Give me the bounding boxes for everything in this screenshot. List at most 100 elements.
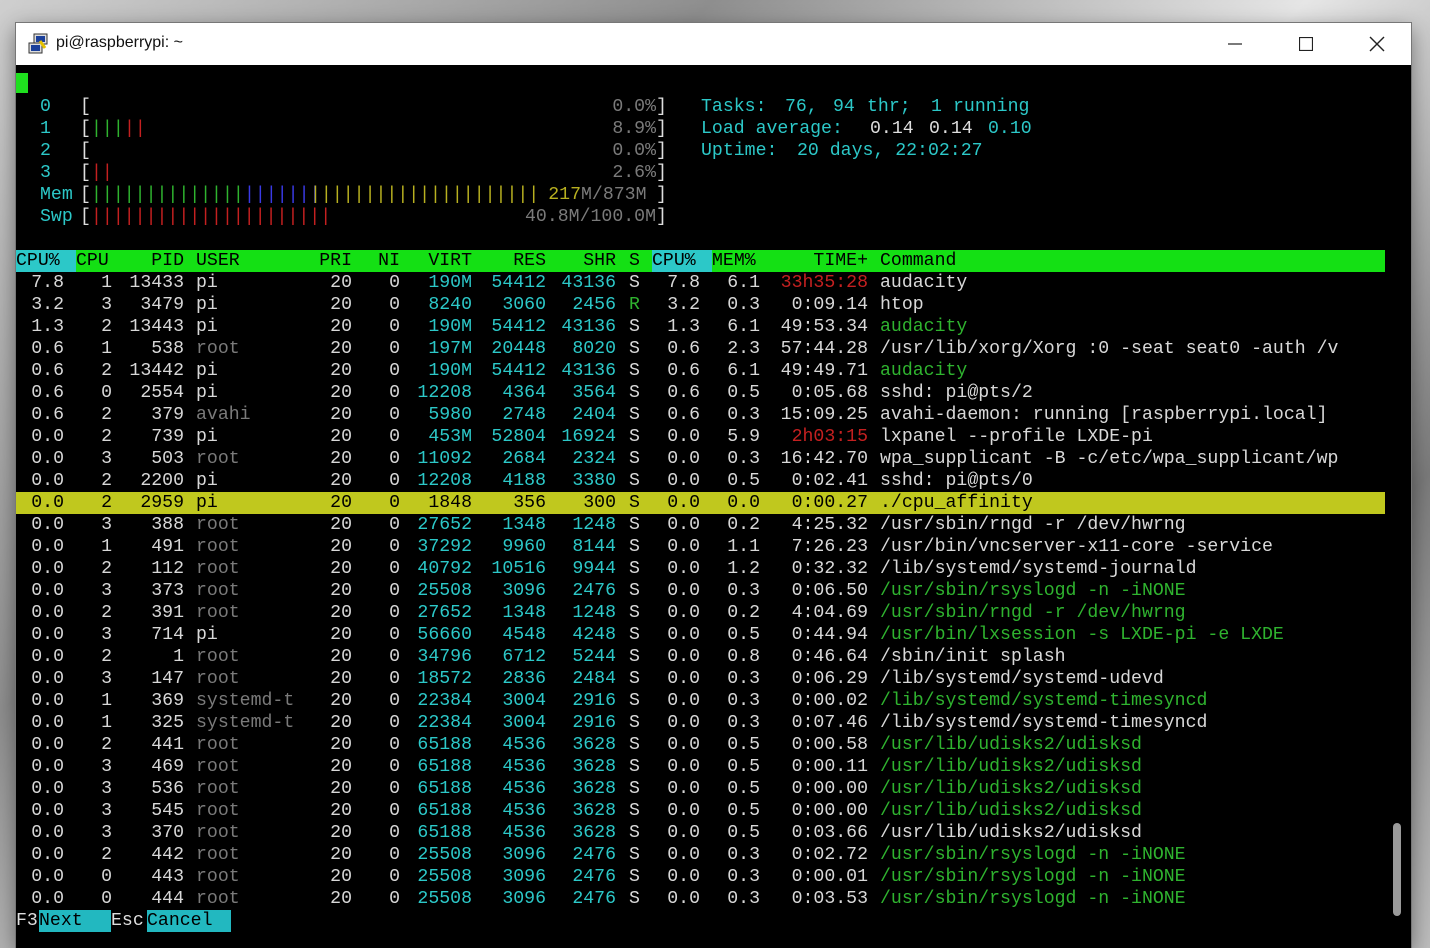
cell-command: ./cpu_affinity <box>880 493 1033 513</box>
col-command[interactable]: Command <box>880 250 956 272</box>
cell-cpu: 2 <box>101 647 112 667</box>
cell-res: 54412 <box>491 361 546 381</box>
cell-cpu-pct: 0.0 <box>31 801 64 821</box>
process-row[interactable]: 0.0 2 442 root 20 0 25508 3096 2476 S 0.0 0.3 0:02.7… <box>16 844 1385 866</box>
title-bar[interactable]: pi@raspberrypi: ~ <box>16 23 1411 65</box>
cell-shr: 1248 <box>572 603 616 623</box>
close-button[interactable] <box>1346 23 1408 65</box>
next-button[interactable]: Next <box>39 910 111 932</box>
process-row[interactable]: 0.6 2 13442 pi 20 0 190M 54412 43136 S 0.6 6.1 49:49… <box>16 360 1385 382</box>
process-row[interactable]: 0.0 3 388 root 20 0 27652 1348 1248 S 0.0 0.2 4:25.3… <box>16 514 1385 536</box>
process-row[interactable]: 0.0 3 469 root 20 0 65188 4536 3628 S 0.0 0.5 0:00.1… <box>16 756 1385 778</box>
col-shr[interactable]: SHR <box>556 250 616 272</box>
cell-mem-pct: 0.5 <box>727 471 760 491</box>
cell-command: /usr/lib/udisks2/udisksd <box>880 801 1142 821</box>
cell-cpu-pct: 0.0 <box>31 757 64 777</box>
process-row[interactable]: 0.0 3 373 root 20 0 25508 3096 2476 S 0.0 0.3 0:06.5… <box>16 580 1385 602</box>
col-ni[interactable]: NI <box>366 250 400 272</box>
cell-pri: 20 <box>330 361 352 381</box>
process-row[interactable]: 7.8 1 13433 pi 20 0 190M 54412 43136 S 7.8 6.1 33h35… <box>16 272 1385 294</box>
process-row[interactable]: 0.0 0 443 root 20 0 25508 3096 2476 S 0.0 0.3 0:00.0… <box>16 866 1385 888</box>
cell-res: 3060 <box>502 295 546 315</box>
running-count: 1 <box>931 97 942 117</box>
process-row[interactable]: 0.0 1 369 systemd-t 20 0 22384 3004 2916 S 0.0 0.3 0… <box>16 690 1385 712</box>
cell-shr: 43136 <box>561 273 616 293</box>
process-row[interactable]: 1.3 2 13443 pi 20 0 190M 54412 43136 S 1.3 6.1 49:53… <box>16 316 1385 338</box>
cell-cpu-pct2: 0.0 <box>667 559 700 579</box>
process-row[interactable]: 0.6 1 538 root 20 0 197M 20448 8020 S 0.6 2.3 57:44.… <box>16 338 1385 360</box>
col-mem-pct[interactable]: MEM% <box>712 250 756 272</box>
maximize-button[interactable] <box>1275 23 1337 65</box>
cell-state: S <box>629 449 640 469</box>
cell-time: 49:53.34 <box>780 317 868 337</box>
process-row[interactable]: 0.0 3 370 root 20 0 65188 4536 3628 S 0.0 0.5 0:03.6… <box>16 822 1385 844</box>
cell-cpu-pct: 0.6 <box>31 361 64 381</box>
col-user[interactable]: USER <box>196 250 240 272</box>
process-row[interactable]: 0.0 2 2200 pi 20 0 12208 4188 3380 S 0.0 0.5 0:02.41… <box>16 470 1385 492</box>
cancel-button[interactable]: Cancel <box>147 910 231 932</box>
cell-virt: 1848 <box>428 493 472 513</box>
cell-shr: 8144 <box>572 537 616 557</box>
minimize-button[interactable] <box>1204 23 1266 65</box>
mem-meter: Mem [ |||||||||||||| ||||||| |||||||||||… <box>16 184 1385 206</box>
col-time[interactable]: TIME+ <box>776 250 868 272</box>
process-row[interactable]: 0.0 3 545 root 20 0 65188 4536 3628 S 0.0 0.5 0:00.0… <box>16 800 1385 822</box>
cell-ni: 0 <box>389 603 400 623</box>
process-row[interactable]: 0.0 0 444 root 20 0 25508 3096 2476 S 0.0 0.3 0:03.5… <box>16 888 1385 910</box>
cell-user: root <box>196 735 240 755</box>
process-row[interactable]: 0.0 3 714 pi 20 0 56660 4548 4248 S 0.0 0.5 0:44.94 /… <box>16 624 1385 646</box>
process-row[interactable]: 0.0 3 536 root 20 0 65188 4536 3628 S 0.0 0.5 0:00.0… <box>16 778 1385 800</box>
cell-virt: 65188 <box>417 757 472 777</box>
cell-cpu-pct2: 0.0 <box>667 823 700 843</box>
process-row[interactable]: 0.6 0 2554 pi 20 0 12208 4364 3564 S 0.6 0.5 0:05.68… <box>16 382 1385 404</box>
cell-mem-pct: 0.5 <box>727 801 760 821</box>
cell-pri: 20 <box>330 559 352 579</box>
cell-res: 4536 <box>502 801 546 821</box>
cell-virt: 65188 <box>417 779 472 799</box>
process-row[interactable]: 0.0 1 491 root 20 0 37292 9960 8144 S 0.0 1.1 7:26.2… <box>16 536 1385 558</box>
cell-cpu-pct: 0.0 <box>31 713 64 733</box>
col-state[interactable]: S <box>629 250 640 272</box>
scrollbar[interactable] <box>1385 66 1411 948</box>
cell-pri: 20 <box>330 757 352 777</box>
cell-shr: 43136 <box>561 361 616 381</box>
process-row[interactable]: 0.0 2 391 root 20 0 27652 1348 1248 S 0.0 0.2 4:04.6… <box>16 602 1385 624</box>
col-pid[interactable]: PID <box>136 250 184 272</box>
cell-pid: 391 <box>151 603 184 623</box>
process-row[interactable]: 3.2 3 3479 pi 20 0 8240 3060 2456 R 3.2 0.3 0:09.14 h… <box>16 294 1385 316</box>
meter-open: [ <box>80 97 91 117</box>
process-row[interactable]: 0.6 2 379 avahi 20 0 5980 2748 2404 S 0.6 0.3 15:09.… <box>16 404 1385 426</box>
cell-cpu-pct: 0.0 <box>31 735 64 755</box>
search-input[interactable]: cpu_affinity <box>364 910 495 932</box>
col-res[interactable]: RES <box>482 250 546 272</box>
process-row[interactable]: 0.0 2 739 pi 20 0 453M 52804 16924 S 0.0 5.9 2h03:15… <box>16 426 1385 448</box>
scrollbar-thumb[interactable] <box>1393 823 1401 916</box>
process-row[interactable]: 0.0 2 2959 pi 20 0 1848 356 300 S 0.0 0.0 0:00.27 ./c… <box>16 492 1385 514</box>
process-row[interactable]: 0.0 2 112 root 20 0 40792 10516 9944 S 0.0 1.2 0:32.… <box>16 558 1385 580</box>
cell-pid: 370 <box>151 823 184 843</box>
cell-mem-pct: 0.3 <box>727 405 760 425</box>
cell-ni: 0 <box>389 581 400 601</box>
process-row[interactable]: 0.0 3 147 root 20 0 18572 2836 2484 S 0.0 0.3 0:06.2… <box>16 668 1385 690</box>
col-cpu-pct-sort[interactable]: CPU% <box>16 250 76 272</box>
cell-command: /usr/lib/udisks2/udisksd <box>880 757 1142 777</box>
col-cpu-pct[interactable]: CPU% <box>652 250 712 272</box>
process-row[interactable]: 0.0 2 441 root 20 0 65188 4536 3628 S 0.0 0.5 0:00.5… <box>16 734 1385 756</box>
col-virt[interactable]: VIRT <box>406 250 472 272</box>
process-row[interactable]: 0.0 1 325 systemd-t 20 0 22384 3004 2916 S 0.0 0.3 0… <box>16 712 1385 734</box>
esc-key[interactable]: Esc <box>111 910 144 932</box>
cell-cpu-pct: 0.0 <box>31 889 64 909</box>
process-table-header[interactable]: CPU% CPU PID USER PRI NI VIRT RES SHR S … <box>16 250 1385 272</box>
cpu-pct: 8.9% <box>612 119 656 139</box>
cell-mem-pct: 0.3 <box>727 845 760 865</box>
col-pri[interactable]: PRI <box>306 250 352 272</box>
f3-key[interactable]: F3 <box>16 910 38 932</box>
process-row[interactable]: 0.0 2 1 root 20 0 34796 6712 5244 S 0.0 0.8 0:46.64 /… <box>16 646 1385 668</box>
terminal-area[interactable]: 0 [ 0.0% ] 1 [ ||| || 8.9% ] 2 [ 0.0% ] … <box>16 66 1385 948</box>
cell-time: 0:02.41 <box>791 471 868 491</box>
cell-time: 4:04.69 <box>791 603 868 623</box>
col-cpu[interactable]: CPU <box>76 250 109 272</box>
cell-state: S <box>629 581 640 601</box>
cell-virt: 27652 <box>417 515 472 535</box>
process-row[interactable]: 0.0 3 503 root 20 0 11092 2684 2324 S 0.0 0.3 16:42.… <box>16 448 1385 470</box>
